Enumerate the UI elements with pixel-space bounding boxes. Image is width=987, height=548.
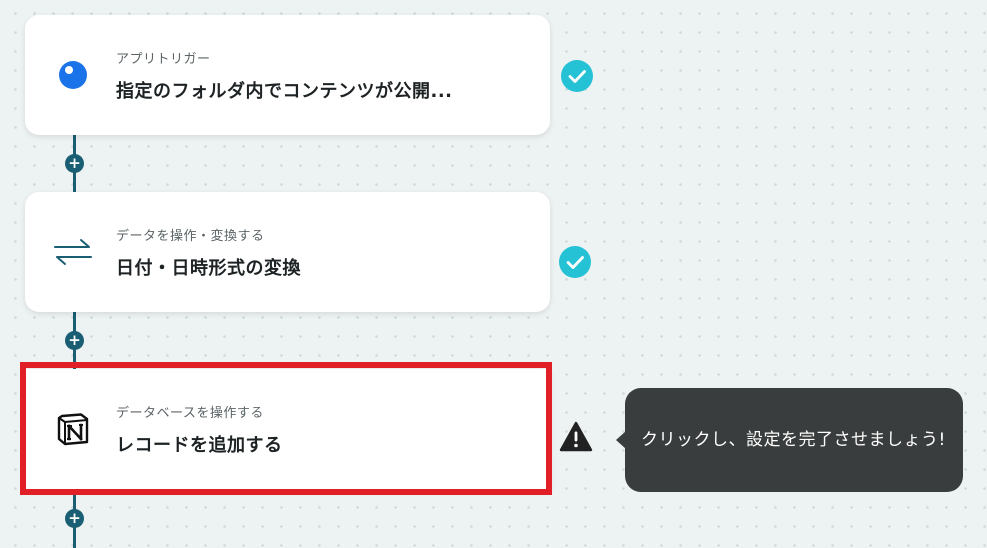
flow-step-card-trigger[interactable]: アプリトリガー 指定のフォルダ内でコンテンツが公開... [25, 15, 550, 135]
app-trigger-dot-icon [53, 57, 93, 93]
add-step-button-2[interactable]: + [65, 331, 84, 350]
convert-arrows-icon [53, 234, 93, 270]
step-title: 日付・日時形式の変換 [116, 258, 301, 279]
step-subtitle: データベースを操作する [116, 406, 264, 421]
tooltip-text: クリックし、設定を完了させましょう! [641, 430, 946, 450]
notion-icon [53, 411, 93, 447]
flow-step-card-convert[interactable]: データを操作・変換する 日付・日時形式の変換 [25, 192, 550, 312]
step-title: 指定のフォルダ内でコンテンツが公開... [116, 81, 453, 102]
check-icon [561, 60, 593, 92]
warning-icon [559, 421, 593, 452]
flow-step-card-notion[interactable]: データベースを操作する レコードを追加する [25, 369, 550, 489]
step-subtitle: データを操作・変換する [116, 229, 265, 244]
step-subtitle: アプリトリガー [116, 52, 211, 67]
setup-tooltip: クリックし、設定を完了させましょう! [616, 388, 963, 492]
add-step-button-1[interactable]: + [65, 154, 84, 173]
check-icon [559, 246, 591, 278]
add-step-button-3[interactable]: + [65, 509, 84, 528]
step-title: レコードを追加する [116, 435, 283, 456]
